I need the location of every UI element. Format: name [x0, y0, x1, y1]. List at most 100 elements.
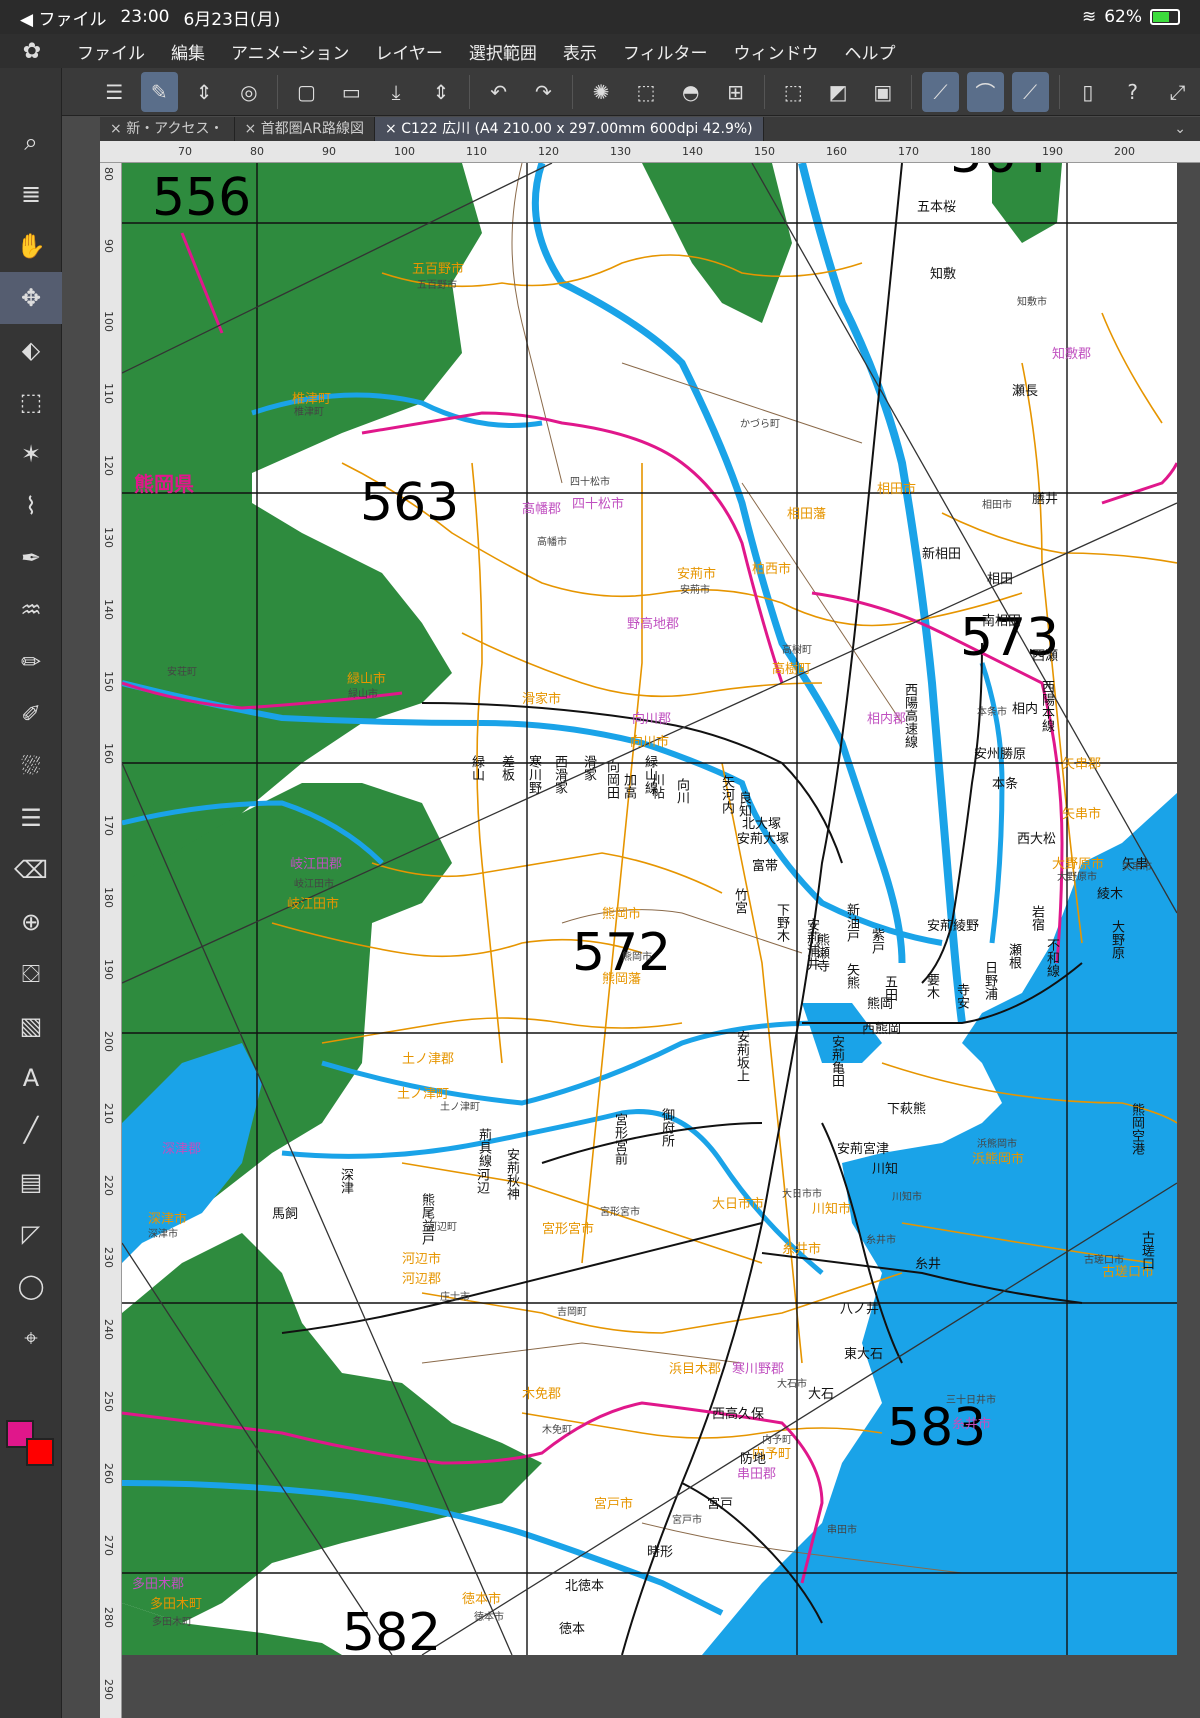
- menu-file[interactable]: ファイル: [64, 39, 158, 64]
- menu-help[interactable]: ヘルプ: [832, 39, 909, 64]
- menu-view[interactable]: 表示: [550, 39, 610, 64]
- app-logo-icon[interactable]: ✿: [0, 39, 64, 64]
- save-icon[interactable]: ⤓: [378, 72, 415, 112]
- redo-icon[interactable]: ↷: [525, 72, 562, 112]
- loading-spinner-icon[interactable]: ✺: [583, 72, 620, 112]
- ruler-tick-label: 200: [102, 1031, 115, 1052]
- pen-icon[interactable]: ✒: [0, 532, 62, 584]
- city-label: 高樹町: [772, 662, 812, 677]
- tab-document-1[interactable]: × 新・アクセス・: [100, 117, 235, 141]
- town-label: 吉岡町: [557, 1307, 587, 1318]
- open-folder-icon[interactable]: ▭: [333, 72, 370, 112]
- zoom-icon[interactable]: ⌕: [0, 116, 62, 168]
- eraser-icon[interactable]: ⌫: [0, 844, 62, 896]
- menu-layer[interactable]: レイヤー: [362, 39, 456, 64]
- transform-icon[interactable]: ⊞: [717, 72, 754, 112]
- decoration-icon[interactable]: ☰: [0, 792, 62, 844]
- hand-icon[interactable]: ✋: [0, 220, 62, 272]
- clear-selection-icon[interactable]: ⬚: [775, 72, 812, 112]
- device-icon[interactable]: ▯: [1069, 72, 1106, 112]
- ruler-tick-label: 190: [102, 959, 115, 980]
- fill-bucket-icon[interactable]: ⛋: [0, 948, 62, 1000]
- tab-document-3[interactable]: × C122 広川 (A4 210.00 x 297.00mm 600dpi 4…: [375, 117, 764, 141]
- layer-move-icon[interactable]: ≣: [0, 168, 62, 220]
- ruler-tick-label: 280: [102, 1607, 115, 1628]
- station-label-vertical: 寒川野: [526, 755, 541, 794]
- pencil-icon[interactable]: ✏: [0, 636, 62, 688]
- menu-animation[interactable]: アニメーション: [218, 39, 362, 64]
- district-label: 向川郡: [632, 712, 672, 727]
- brush-icon[interactable]: ⌒: [966, 71, 1004, 112]
- line-icon[interactable]: ╱: [0, 1104, 62, 1156]
- city-label: 熊岡市: [602, 907, 642, 922]
- command-bar: ☰ ✎ ⇕ ◎ ▢ ▭ ⤓ ⇕ ↶ ↷ ✺ ⬚ ◓ ⊞ ⬚ ◩ ▣ ⟋ ⌒ ⟋ …: [0, 68, 1200, 116]
- hamburger-menu-icon[interactable]: ☰: [96, 72, 133, 112]
- brush-tool-icon[interactable]: ✐: [0, 688, 62, 740]
- invert-selection-icon[interactable]: ◩: [820, 72, 857, 112]
- station-label-vertical: 不和線: [1044, 938, 1059, 977]
- back-to-files-link[interactable]: ◀ ファイル: [20, 5, 106, 30]
- chevron-down-icon[interactable]: ⌄: [1174, 121, 1200, 137]
- city-label: 安荊市: [677, 567, 717, 582]
- ruler-tick-label: 210: [102, 1103, 115, 1124]
- station-label-vertical: 新油戸: [844, 903, 859, 942]
- town-label: 矢串市: [1122, 862, 1152, 873]
- ruler-tick-label: 120: [102, 455, 115, 476]
- object-select-icon[interactable]: ⬖: [0, 324, 62, 376]
- color-chips[interactable]: [4, 1420, 60, 1480]
- globe-icon[interactable]: ⊕: [0, 896, 62, 948]
- undo-icon[interactable]: ↶: [480, 72, 517, 112]
- chevron-updown-2-icon[interactable]: ⇕: [423, 72, 460, 112]
- fill-icon[interactable]: ◓: [672, 72, 709, 112]
- station-label-vertical: 宮形宮前: [612, 1113, 627, 1165]
- settings-swirl-icon[interactable]: ◎: [230, 72, 267, 112]
- chevron-updown-icon[interactable]: ⇕: [186, 72, 223, 112]
- canvas[interactable]: 556 563 573 572 583 582 564 熊岡県 五百野市 椎津町…: [122, 163, 1177, 1655]
- tab-document-2[interactable]: × 首都圏AR路線図: [235, 117, 375, 141]
- edit-layer-icon[interactable]: ✎: [140, 71, 178, 112]
- station-label: 綾木: [1097, 887, 1124, 902]
- town-label: 熊岡市: [622, 952, 652, 963]
- new-file-icon[interactable]: ▢: [288, 72, 325, 112]
- balloon-icon[interactable]: ◯: [0, 1260, 62, 1312]
- magic-wand-icon[interactable]: ✶: [0, 428, 62, 480]
- pen-angle-icon[interactable]: ⟋: [1011, 71, 1049, 112]
- menu-filter[interactable]: フィルター: [610, 39, 721, 64]
- fullscreen-icon[interactable]: ⤢: [1159, 72, 1196, 112]
- station-label-vertical: 荊具線: [476, 1128, 491, 1167]
- city-label: 岐江田市: [287, 897, 340, 912]
- ruler-tick-label: 190: [1042, 145, 1063, 158]
- menu-window[interactable]: ウィンドウ: [721, 39, 832, 64]
- correct-line-icon[interactable]: ⌖: [0, 1312, 62, 1364]
- select-all-icon[interactable]: ▣: [864, 72, 901, 112]
- station-label: 富帯: [752, 859, 779, 874]
- station-label-vertical: 差板: [499, 755, 514, 781]
- blend-icon[interactable]: ♒: [0, 584, 62, 636]
- town-label: 宮形宮市: [600, 1207, 640, 1218]
- gradient-icon[interactable]: ▧: [0, 1000, 62, 1052]
- station-label: 安荊宮津: [837, 1142, 890, 1157]
- ruler-tick-label: 230: [102, 1247, 115, 1268]
- sub-color-chip[interactable]: [26, 1438, 54, 1466]
- city-label: 土ノ津郡: [402, 1052, 455, 1067]
- ruler-tool-icon[interactable]: ⟋: [922, 71, 959, 112]
- station-label-vertical: 緑山: [469, 755, 484, 781]
- station-label: 瀬長: [1012, 384, 1039, 399]
- station-label: 西瀬: [1032, 649, 1059, 664]
- tab-document-2-label: 首都圏AR路線図: [260, 121, 364, 137]
- airbrush-icon[interactable]: ⛆: [0, 740, 62, 792]
- menu-selection[interactable]: 選択範囲: [456, 39, 550, 64]
- ruler-icon[interactable]: ◸: [0, 1208, 62, 1260]
- ruler-tick-label: 180: [970, 145, 991, 158]
- text-icon[interactable]: A: [0, 1052, 62, 1104]
- menu-edit[interactable]: 編集: [158, 39, 218, 64]
- frame-icon[interactable]: ▤: [0, 1156, 62, 1208]
- selection-icon[interactable]: ⬚: [628, 72, 665, 112]
- station-label-vertical: 熊瀬寺: [814, 933, 829, 972]
- move-icon[interactable]: ✥: [0, 272, 62, 324]
- help-icon[interactable]: ?: [1114, 72, 1151, 112]
- rect-select-icon[interactable]: ⬚: [0, 376, 62, 428]
- eyedropper-icon[interactable]: ⌇: [0, 480, 62, 532]
- battery-icon: [1150, 9, 1180, 25]
- status-date: 6月23日(月): [183, 9, 281, 30]
